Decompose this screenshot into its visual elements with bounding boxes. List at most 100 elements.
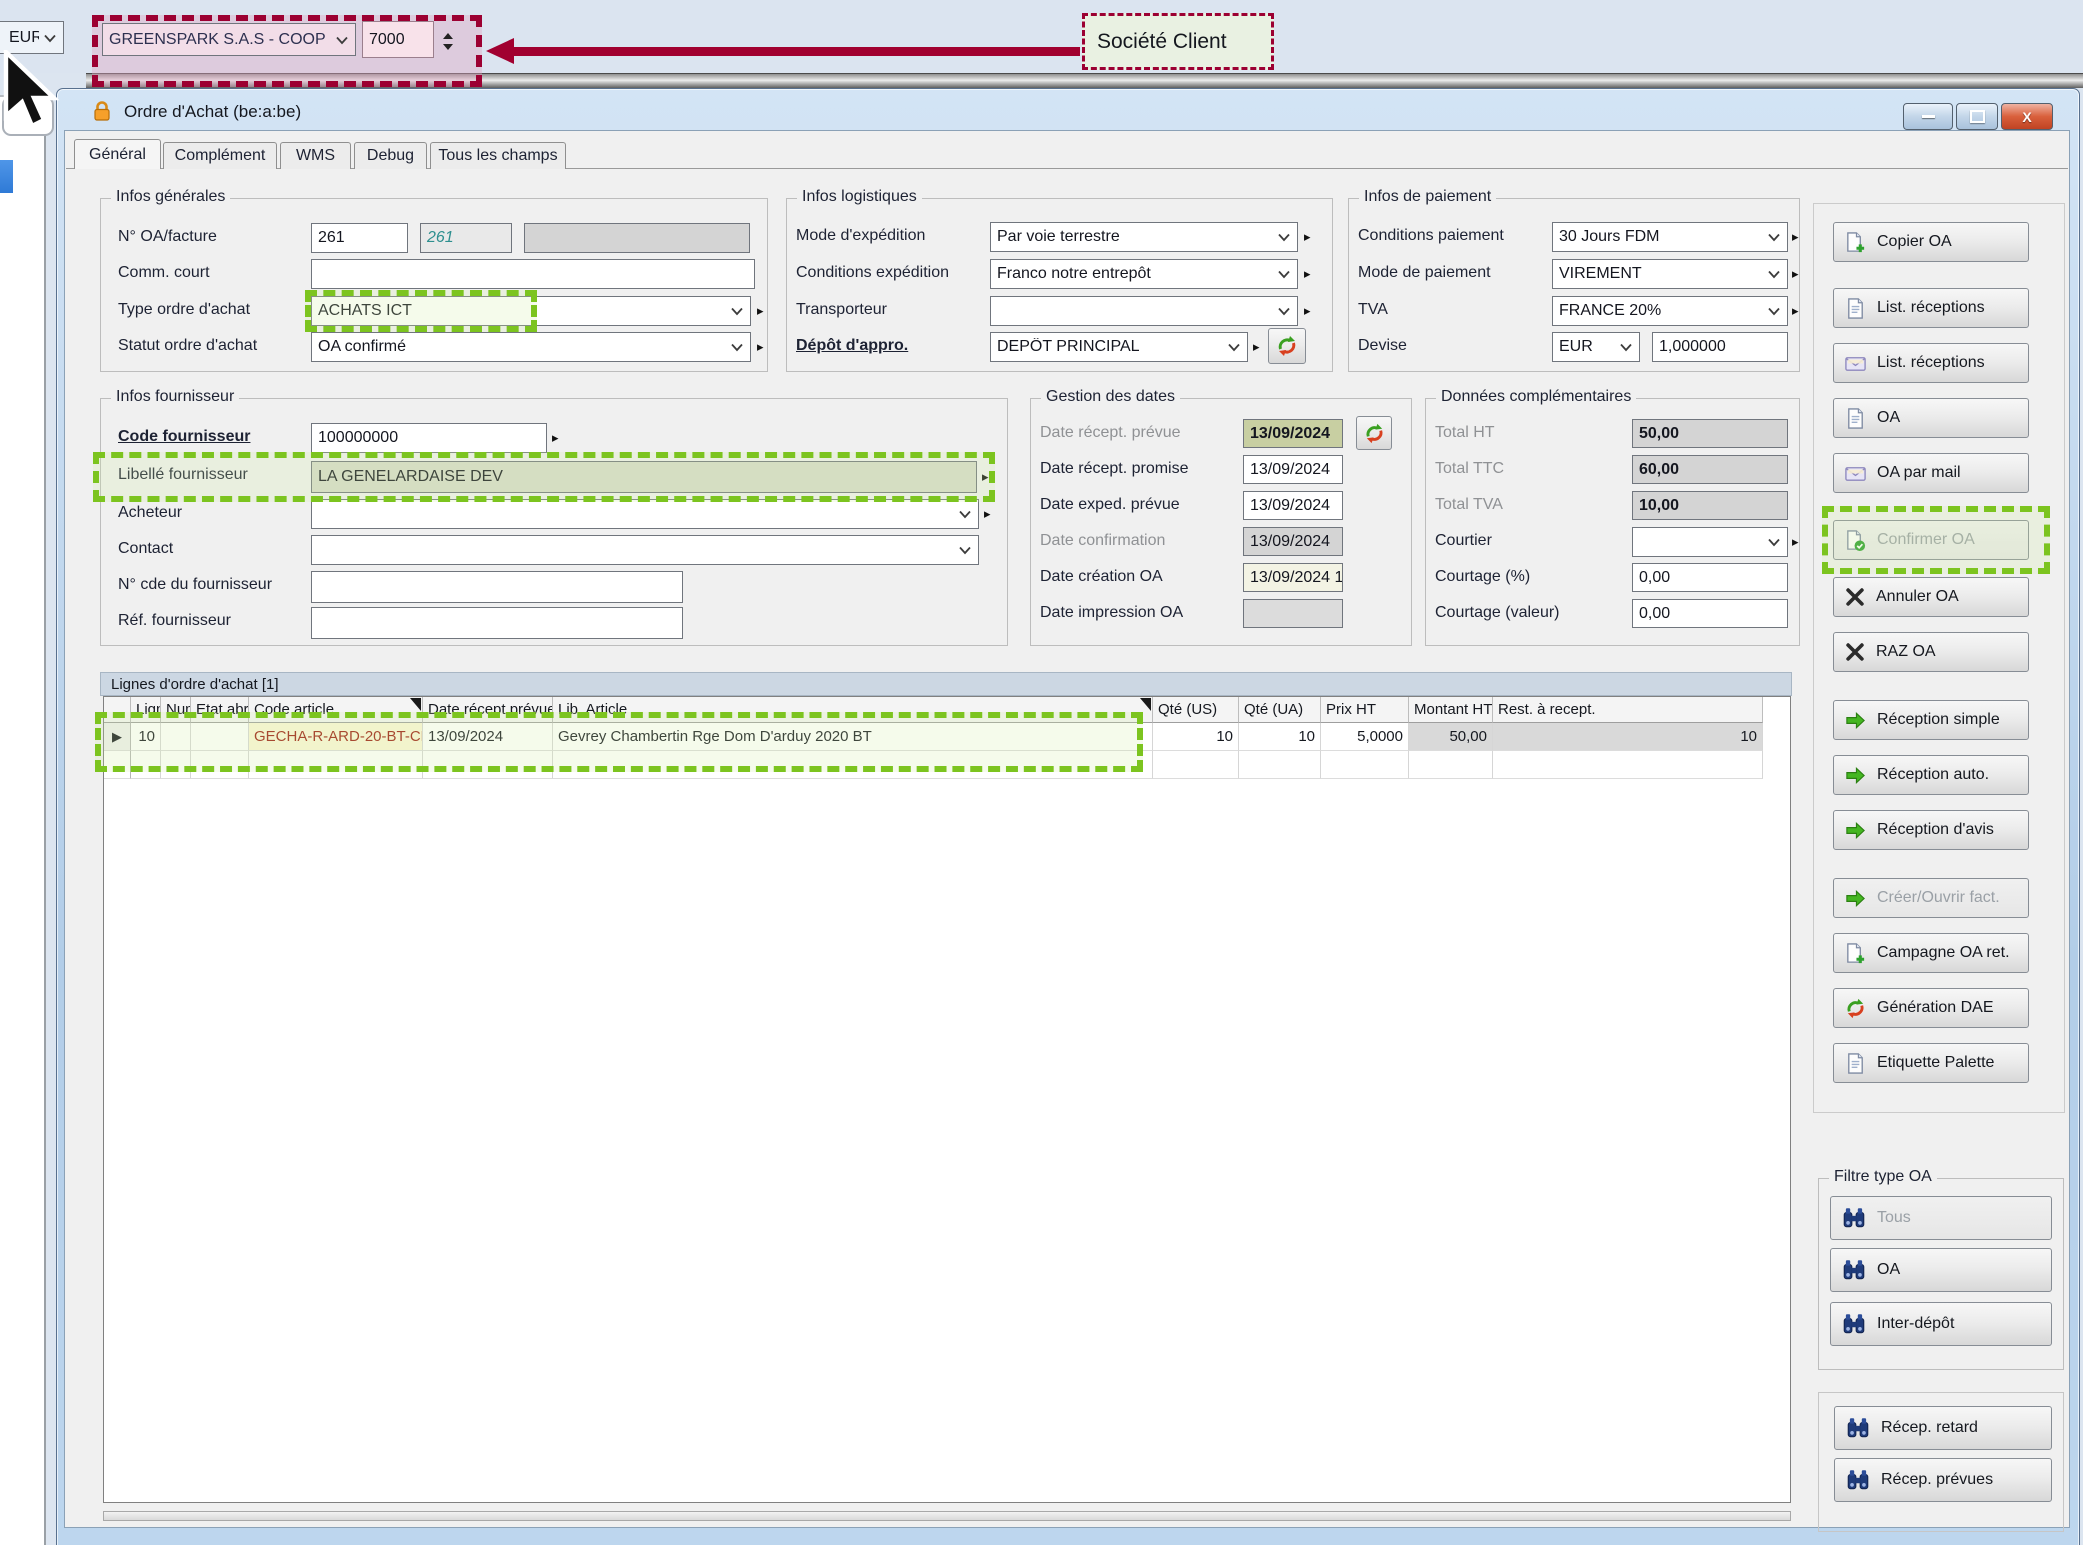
devise-combobox[interactable]: EUR [1552,332,1640,362]
tab-complement[interactable]: Complément [163,142,277,169]
campagne-oa-ret-button[interactable]: Campagne OA ret. [1833,933,2029,973]
cell-date-recept[interactable]: 13/09/2024 [423,723,553,751]
confirmer-oa-button[interactable]: Confirmer OA [1833,520,2029,560]
list-receptions-button[interactable]: List. réceptions [1833,288,2029,328]
list-receptions-mail-button[interactable]: List. réceptions [1833,343,2029,383]
recep-retard-button[interactable]: Récep. retard [1834,1406,2052,1450]
reception-auto-button[interactable]: Réception auto. [1833,755,2029,795]
cell-prix-ht[interactable]: 5,0000 [1321,723,1409,751]
tab-general[interactable]: Général [74,139,161,169]
company-code-field[interactable]: 7000 [362,21,434,58]
mode-expedition-combobox[interactable]: Par voie terrestre [990,222,1298,252]
grid-header-montant-ht[interactable]: Montant HT [1409,697,1493,723]
acheteur-combobox[interactable] [311,499,979,529]
tva-more-icon[interactable]: ▸ [1792,304,1799,317]
tab-tous-les-champs[interactable]: Tous les champs [430,142,566,169]
courtage-valeur-field[interactable]: 0,00 [1632,599,1788,628]
depot-appro-more-icon[interactable]: ▸ [1253,340,1260,353]
depot-appro-label[interactable]: Dépôt d'appro. [796,337,908,355]
date-recept-promise-field[interactable]: 13/09/2024 [1243,455,1343,484]
mode-paiement-combobox[interactable]: VIREMENT [1552,259,1788,289]
date-exped-prevue-field[interactable]: 13/09/2024 [1243,491,1343,520]
libelle-fournisseur-more-icon[interactable]: ▸ [982,470,989,483]
oa-par-mail-button[interactable]: OA par mail [1833,453,2029,493]
copier-oa-button[interactable]: Copier OA [1833,222,2029,262]
cell-montant-ht[interactable]: 50,00 [1409,723,1493,751]
depot-appro-combobox[interactable]: DEPÔT PRINCIPAL [990,332,1248,362]
mode-paiement-more-icon[interactable]: ▸ [1792,267,1799,280]
maximize-button[interactable] [1956,103,1998,130]
oa-button[interactable]: OA [1833,398,2029,438]
recep-prevues-button[interactable]: Récep. prévues [1834,1458,2052,1502]
tva-combobox[interactable]: FRANCE 20% [1552,296,1788,326]
close-button[interactable]: X [2001,103,2053,130]
conditions-expedition-combobox[interactable]: Franco notre entrepôt [990,259,1298,289]
mode-expedition-more-icon[interactable]: ▸ [1304,230,1311,243]
cell-code-article[interactable]: GECHA-R-ARD-20-BT-CRD [249,723,423,751]
transporteur-combobox[interactable] [990,296,1298,326]
conditions-paiement-more-icon[interactable]: ▸ [1792,230,1799,243]
cell-qte-us[interactable]: 10 [1153,723,1239,751]
transporteur-more-icon[interactable]: ▸ [1304,304,1311,317]
reception-avis-button[interactable]: Réception d'avis [1833,810,2029,850]
minimize-button[interactable] [1903,103,1953,130]
contact-combobox[interactable] [311,535,979,565]
grid-header-etat[interactable]: Etat abrégé [191,697,249,723]
filtre-inter-depot-button[interactable]: Inter-dépôt [1830,1302,2052,1346]
row-selector-cell[interactable]: ▶ [104,723,131,751]
grid-header-lib-article[interactable]: Lib. Article [553,697,1153,723]
courtier-more-icon[interactable]: ▸ [1792,535,1799,548]
grid-header-qte-ua[interactable]: Qté (UA) [1239,697,1321,723]
libelle-fournisseur-field[interactable]: LA GENELARDAISE DEV [311,461,977,493]
cell-qte-ua[interactable]: 10 [1239,723,1321,751]
cell-etat[interactable] [191,723,249,751]
company-code-spinner[interactable] [440,27,456,55]
cell-lib-article[interactable]: Gevrey Chambertin Rge Dom D'arduy 2020 B… [553,723,1153,751]
code-fournisseur-label[interactable]: Code fournisseur [118,428,250,446]
type-ordre-combobox[interactable]: ACHATS ICT [311,296,751,326]
ref-fournisseur-label: Réf. fournisseur [118,612,231,630]
grid-bottom-bar[interactable] [103,1511,1791,1521]
cell-num[interactable] [161,723,191,751]
filtre-tous-button[interactable]: Tous [1830,1196,2052,1240]
grid-data-row[interactable]: ▶ 10 GECHA-R-ARD-20-BT-CRD 13/09/2024 Ge… [104,723,1763,751]
cell-ligne[interactable]: 10 [131,723,161,751]
grid-header-qte-us[interactable]: Qté (US) [1153,697,1239,723]
statut-ordre-combobox[interactable]: OA confirmé [311,332,751,362]
etiquette-palette-button[interactable]: Etiquette Palette [1833,1043,2029,1083]
reception-simple-button[interactable]: Réception simple [1833,700,2029,740]
grid-header-num[interactable]: Num [161,697,191,723]
grid-empty-row[interactable] [104,751,1763,779]
code-fournisseur-more-icon[interactable]: ▸ [552,431,559,444]
ref-fournisseur-field[interactable] [311,607,683,639]
num-cde-fournisseur-field[interactable] [311,571,683,603]
tab-wms[interactable]: WMS [280,142,351,169]
filtre-oa-button[interactable]: OA [1830,1248,2052,1292]
comm-court-field[interactable] [311,259,755,289]
courtage-pct-field[interactable]: 0,00 [1632,563,1788,592]
order-lines-grid[interactable]: Ligne Num Etat abrégé Code article Date … [103,696,1791,1503]
taux-devise-field[interactable]: 1,000000 [1652,332,1788,362]
tab-debug[interactable]: Debug [354,142,427,169]
type-ordre-more-icon[interactable]: ▸ [757,304,764,317]
generation-dae-button[interactable]: Génération DAE [1833,988,2029,1028]
conditions-expedition-more-icon[interactable]: ▸ [1304,267,1311,280]
code-fournisseur-field[interactable]: 100000000 [311,423,547,453]
grid-header-rest[interactable]: Rest. à recept. [1493,697,1763,723]
statut-ordre-more-icon[interactable]: ▸ [757,340,764,353]
courtier-combobox[interactable] [1632,527,1788,557]
date-refresh-button[interactable] [1356,416,1392,450]
company-combobox[interactable]: GREENSPARK S.A.S - COOP [102,23,356,56]
grid-header-date-recept[interactable]: Date récept prévue [423,697,553,723]
grid-header-code-article[interactable]: Code article [249,697,423,723]
annuler-oa-button[interactable]: Annuler OA [1833,577,2029,617]
conditions-paiement-combobox[interactable]: 30 Jours FDM [1552,222,1788,252]
cell-rest[interactable]: 10 [1493,723,1763,751]
acheteur-more-icon[interactable]: ▸ [984,507,991,520]
raz-oa-button[interactable]: RAZ OA [1833,632,2029,672]
grid-header-prix-ht[interactable]: Prix HT [1321,697,1409,723]
num-oa-field[interactable]: 261 [311,223,408,253]
grid-header-ligne[interactable]: Ligne [131,697,161,723]
creer-ouvrir-fact-button[interactable]: Créer/Ouvrir fact. [1833,878,2029,918]
depot-refresh-button[interactable] [1268,328,1306,364]
